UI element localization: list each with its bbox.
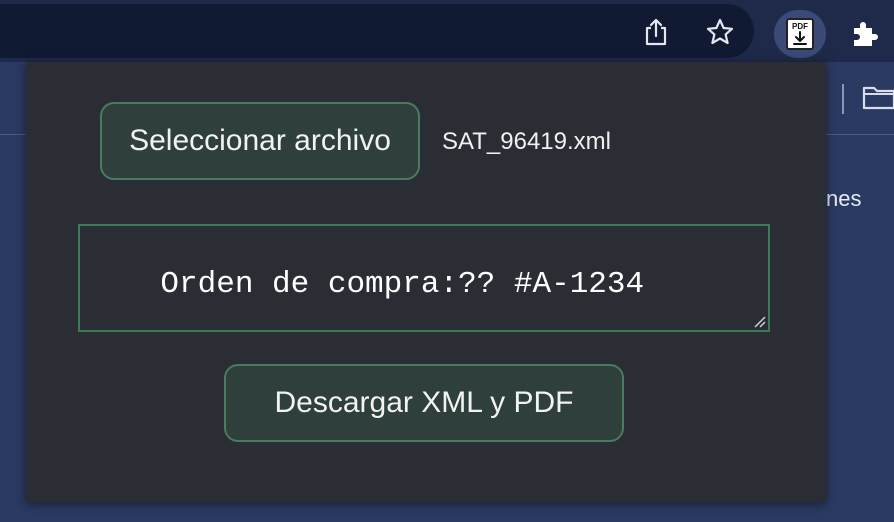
- star-icon[interactable]: [702, 14, 738, 50]
- pdf-download-extension-icon[interactable]: PDF: [774, 10, 826, 58]
- select-file-button[interactable]: Seleccionar archivo: [100, 102, 420, 180]
- share-icon[interactable]: [638, 14, 674, 50]
- browser-toolbar: PDF: [0, 0, 894, 62]
- textarea-value: Orden de compra:?? #A-1234: [160, 267, 645, 302]
- resize-grip-icon[interactable]: [752, 314, 766, 328]
- folder-icon[interactable]: [862, 82, 894, 116]
- selected-file-name: SAT_96419.xml: [442, 128, 611, 155]
- extension-popup: Seleccionar archivo SAT_96419.xml Orden …: [26, 62, 826, 502]
- background-page-text: nes: [826, 186, 862, 211]
- purchase-order-textarea[interactable]: Orden de compra:?? #A-1234: [78, 224, 770, 332]
- bookmarks-separator: [842, 84, 844, 114]
- pdf-icon-label: PDF: [792, 22, 808, 31]
- puzzle-extensions-icon[interactable]: [844, 14, 884, 54]
- download-xml-pdf-button[interactable]: Descargar XML y PDF: [224, 364, 624, 442]
